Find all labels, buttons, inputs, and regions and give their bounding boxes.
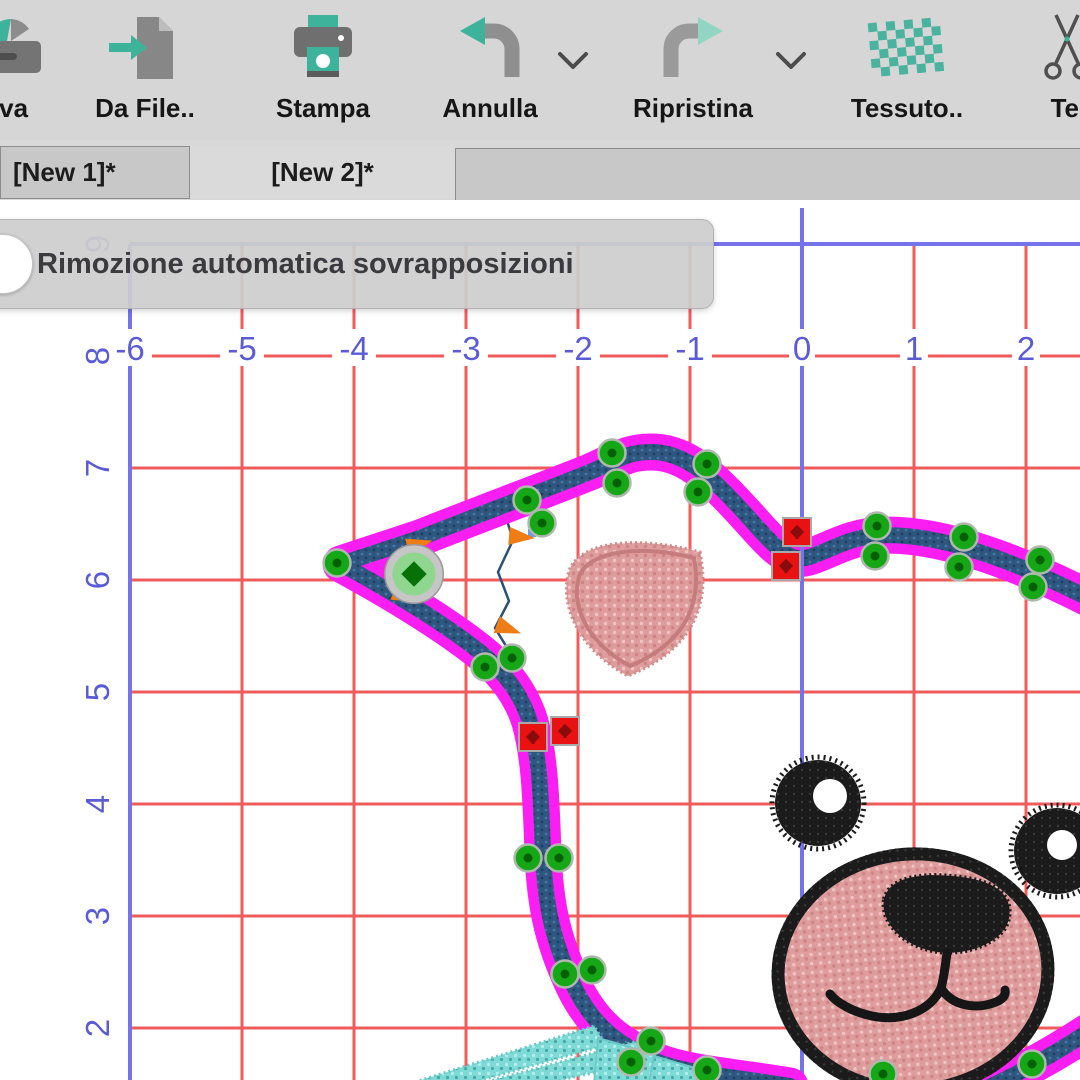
scissors-icon xyxy=(1022,10,1080,86)
save-icon xyxy=(0,10,80,86)
control-node[interactable] xyxy=(946,554,973,581)
segment-handle[interactable] xyxy=(772,552,800,580)
control-node[interactable] xyxy=(599,440,626,467)
ruler-x-label: -6 xyxy=(115,330,144,367)
undo-icon xyxy=(430,10,550,86)
open-from-file-icon xyxy=(85,10,205,86)
control-node[interactable] xyxy=(862,543,889,570)
ruler-x-label: -2 xyxy=(563,330,592,367)
embroidery-app-window: { "app": {"description": "embroidery edi… xyxy=(0,0,1080,1080)
control-node[interactable] xyxy=(515,845,542,872)
bear-right-eye[interactable] xyxy=(1011,805,1080,897)
ruler-x-label: 2 xyxy=(1017,330,1035,367)
toolbar-label: Tessuto.. xyxy=(842,93,972,124)
toolbar-label: Ripristina xyxy=(623,93,763,124)
design-canvas[interactable]: -6-5-4-3-2-101298765432 xyxy=(0,207,1080,1080)
bear-ear-applique[interactable] xyxy=(566,543,703,676)
fabric-swatch-icon xyxy=(842,10,972,86)
ruler-y-label: 5 xyxy=(79,683,116,701)
toggle-label: Rimozione automatica sovrapposizioni xyxy=(37,220,574,308)
tab-new-1[interactable]: [New 1]* xyxy=(0,146,190,199)
tab-content-divider xyxy=(0,200,1080,208)
control-node[interactable] xyxy=(1019,1051,1046,1078)
ruler-x-label: -4 xyxy=(339,330,368,367)
auto-overlap-removal-panel: Rimozione automatica sovrapposizioni xyxy=(0,219,714,309)
ruler-x-label: 1 xyxy=(905,330,923,367)
control-node[interactable] xyxy=(685,479,712,506)
bear-muzzle[interactable] xyxy=(766,841,1060,1080)
control-node[interactable] xyxy=(618,1049,645,1076)
ruler-x-label: -5 xyxy=(227,330,256,367)
toolbar-button-annulla[interactable]: Annulla xyxy=(430,0,550,140)
ruler-y-label: 4 xyxy=(79,795,116,813)
control-node[interactable] xyxy=(951,524,978,551)
toolbar-button-ripristina[interactable]: Ripristina xyxy=(623,0,763,140)
ruler-y-label: 6 xyxy=(79,571,116,589)
ruler-y-label: 8 xyxy=(79,347,116,365)
segment-handle[interactable] xyxy=(519,723,547,751)
control-node[interactable] xyxy=(638,1028,665,1055)
toolbar-button-salva[interactable]: lva xyxy=(0,0,80,140)
ruler-y-label: 3 xyxy=(79,907,116,925)
control-node[interactable] xyxy=(324,550,351,577)
control-node[interactable] xyxy=(694,451,721,478)
redo-menu-chevron[interactable] xyxy=(774,48,808,74)
undo-menu-chevron[interactable] xyxy=(556,48,590,74)
tab-strip-filler xyxy=(455,148,1080,201)
ruler-y-label: 7 xyxy=(79,459,116,477)
toolbar-button-tessuto[interactable]: Tessuto.. xyxy=(842,0,972,140)
control-node[interactable] xyxy=(552,961,579,988)
document-tabbar: [New 1]* [New 2]* xyxy=(0,140,1080,200)
control-node[interactable] xyxy=(870,1061,897,1080)
control-node[interactable] xyxy=(529,510,556,537)
control-node[interactable] xyxy=(499,645,526,672)
control-node[interactable] xyxy=(546,845,573,872)
ruler-x-label: 0 xyxy=(793,330,811,367)
control-node[interactable] xyxy=(1027,547,1054,574)
tab-label: [New 2]* xyxy=(271,157,374,188)
segment-handle[interactable] xyxy=(551,717,579,745)
control-node[interactable] xyxy=(579,957,606,984)
tab-new-2[interactable]: [New 2]* xyxy=(190,146,455,199)
toolbar-label: Da File.. xyxy=(85,93,205,124)
toolbar-button-da-file[interactable]: Da File.. xyxy=(85,0,205,140)
toolbar-button-stampa[interactable]: Stampa xyxy=(263,0,383,140)
tab-label: [New 1]* xyxy=(13,157,116,188)
segment-handle[interactable] xyxy=(783,518,811,546)
toolbar-button-tecnica[interactable]: Tec xyxy=(1022,0,1080,140)
toolbar-label: lva xyxy=(0,93,80,124)
toolbar-label: Tec xyxy=(1022,93,1080,124)
bear-left-eye[interactable] xyxy=(772,757,864,849)
toolbar-label: Annulla xyxy=(430,93,550,124)
main-toolbar: lva Da File.. Stampa xyxy=(0,0,1080,140)
redo-icon xyxy=(623,10,763,86)
ruler-y-label: 2 xyxy=(79,1019,116,1037)
printer-icon xyxy=(263,10,383,86)
toggle-knob[interactable] xyxy=(0,234,33,294)
ruler-x-label: -1 xyxy=(675,330,704,367)
control-node[interactable] xyxy=(604,470,631,497)
control-node[interactable] xyxy=(864,513,891,540)
selected-control-node[interactable] xyxy=(385,545,443,603)
toolbar-label: Stampa xyxy=(263,93,383,124)
ruler-x-label: -3 xyxy=(451,330,480,367)
control-node[interactable] xyxy=(694,1057,721,1080)
control-node[interactable] xyxy=(472,654,499,681)
control-node[interactable] xyxy=(1020,574,1047,601)
